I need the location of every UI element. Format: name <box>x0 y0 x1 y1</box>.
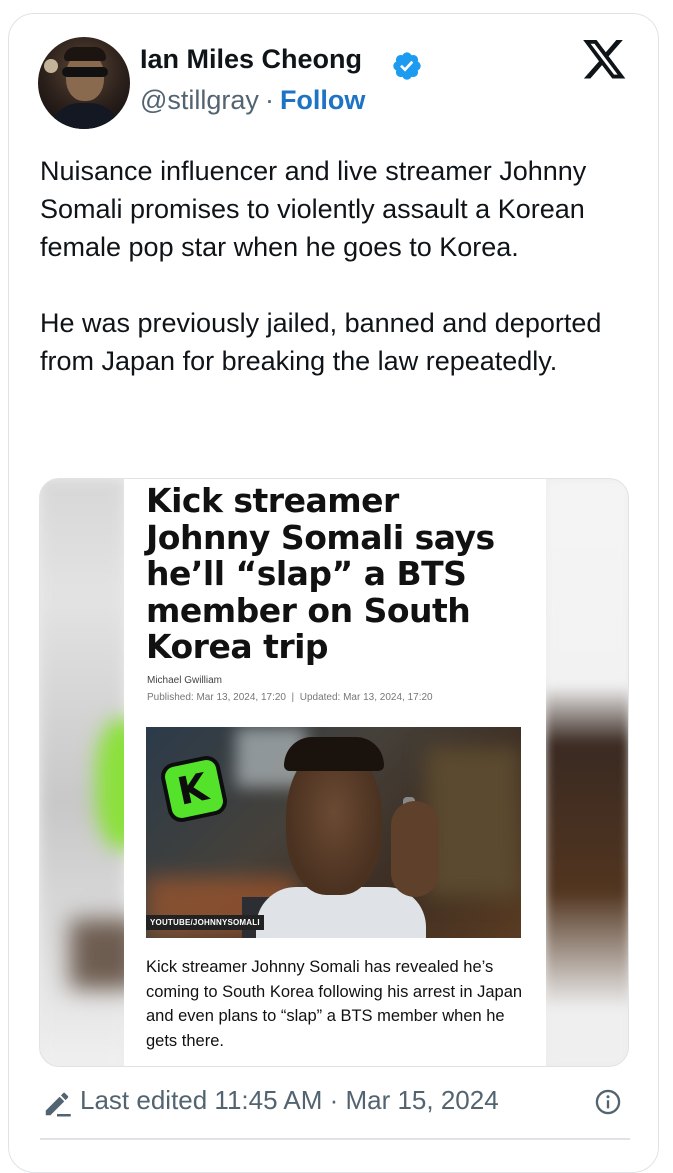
divider <box>40 1138 630 1140</box>
article-dates: Published: Mar 13, 2024, 17:20 | Updated… <box>147 692 433 703</box>
tweet-paragraph: He was previously jailed, banned and dep… <box>40 308 602 376</box>
article-author: Michael Gwilliam <box>147 675 223 686</box>
blurred-background-left <box>40 479 156 1066</box>
kick-logo-icon: K <box>158 753 230 825</box>
handle-row: @stillgray · Follow <box>140 85 365 116</box>
x-logo-icon[interactable] <box>583 40 627 80</box>
avatar-sunglasses <box>62 67 108 77</box>
verified-badge-icon <box>393 52 421 80</box>
edit-meta-row: Last edited 11:45 AM · Mar 15, 2024 <box>42 1083 632 1123</box>
last-edited-link[interactable]: Last edited 11:45 AM · Mar 15, 2024 <box>80 1085 499 1116</box>
kick-logo-letter: K <box>173 764 212 814</box>
photo-hand <box>391 801 439 897</box>
author-name[interactable]: Ian Miles Cheong <box>140 44 362 75</box>
avatar[interactable] <box>38 37 130 129</box>
article-updated: Updated: Mar 13, 2024, 17:20 <box>299 692 433 703</box>
article-photo: K YOUTUBE/JOHNNYSOMALI <box>146 727 521 938</box>
avatar-hair <box>64 47 106 61</box>
media-image[interactable]: Kick streamer Johnny Somali says he’ll “… <box>39 478 629 1067</box>
article-date-separator: | <box>291 692 295 703</box>
tweet-paragraph: Nuisance influencer and live streamer Jo… <box>40 156 587 262</box>
avatar-background-light <box>44 59 58 73</box>
article-lede: Kick streamer Johnny Somali has revealed… <box>146 958 523 1050</box>
tweet-text: Nuisance influencer and live streamer Jo… <box>40 152 640 380</box>
info-icon[interactable] <box>594 1088 622 1116</box>
avatar-shirt <box>50 103 120 129</box>
photo-person-hair <box>284 737 384 771</box>
separator-dot: · <box>264 85 274 115</box>
article-headline: Kick streamer Johnny Somali says he’ll “… <box>146 481 495 666</box>
article-screenshot: Kick streamer Johnny Somali says he’ll “… <box>124 479 546 1066</box>
follow-button[interactable]: Follow <box>280 85 365 115</box>
photo-night-background <box>426 747 521 897</box>
article-published: Published: Mar 13, 2024, 17:20 <box>147 692 286 703</box>
author-handle[interactable]: @stillgray <box>140 85 259 115</box>
photo-credit: YOUTUBE/JOHNNYSOMALI <box>146 915 264 930</box>
pencil-icon <box>45 1092 71 1117</box>
blurred-background-right <box>545 479 628 1066</box>
